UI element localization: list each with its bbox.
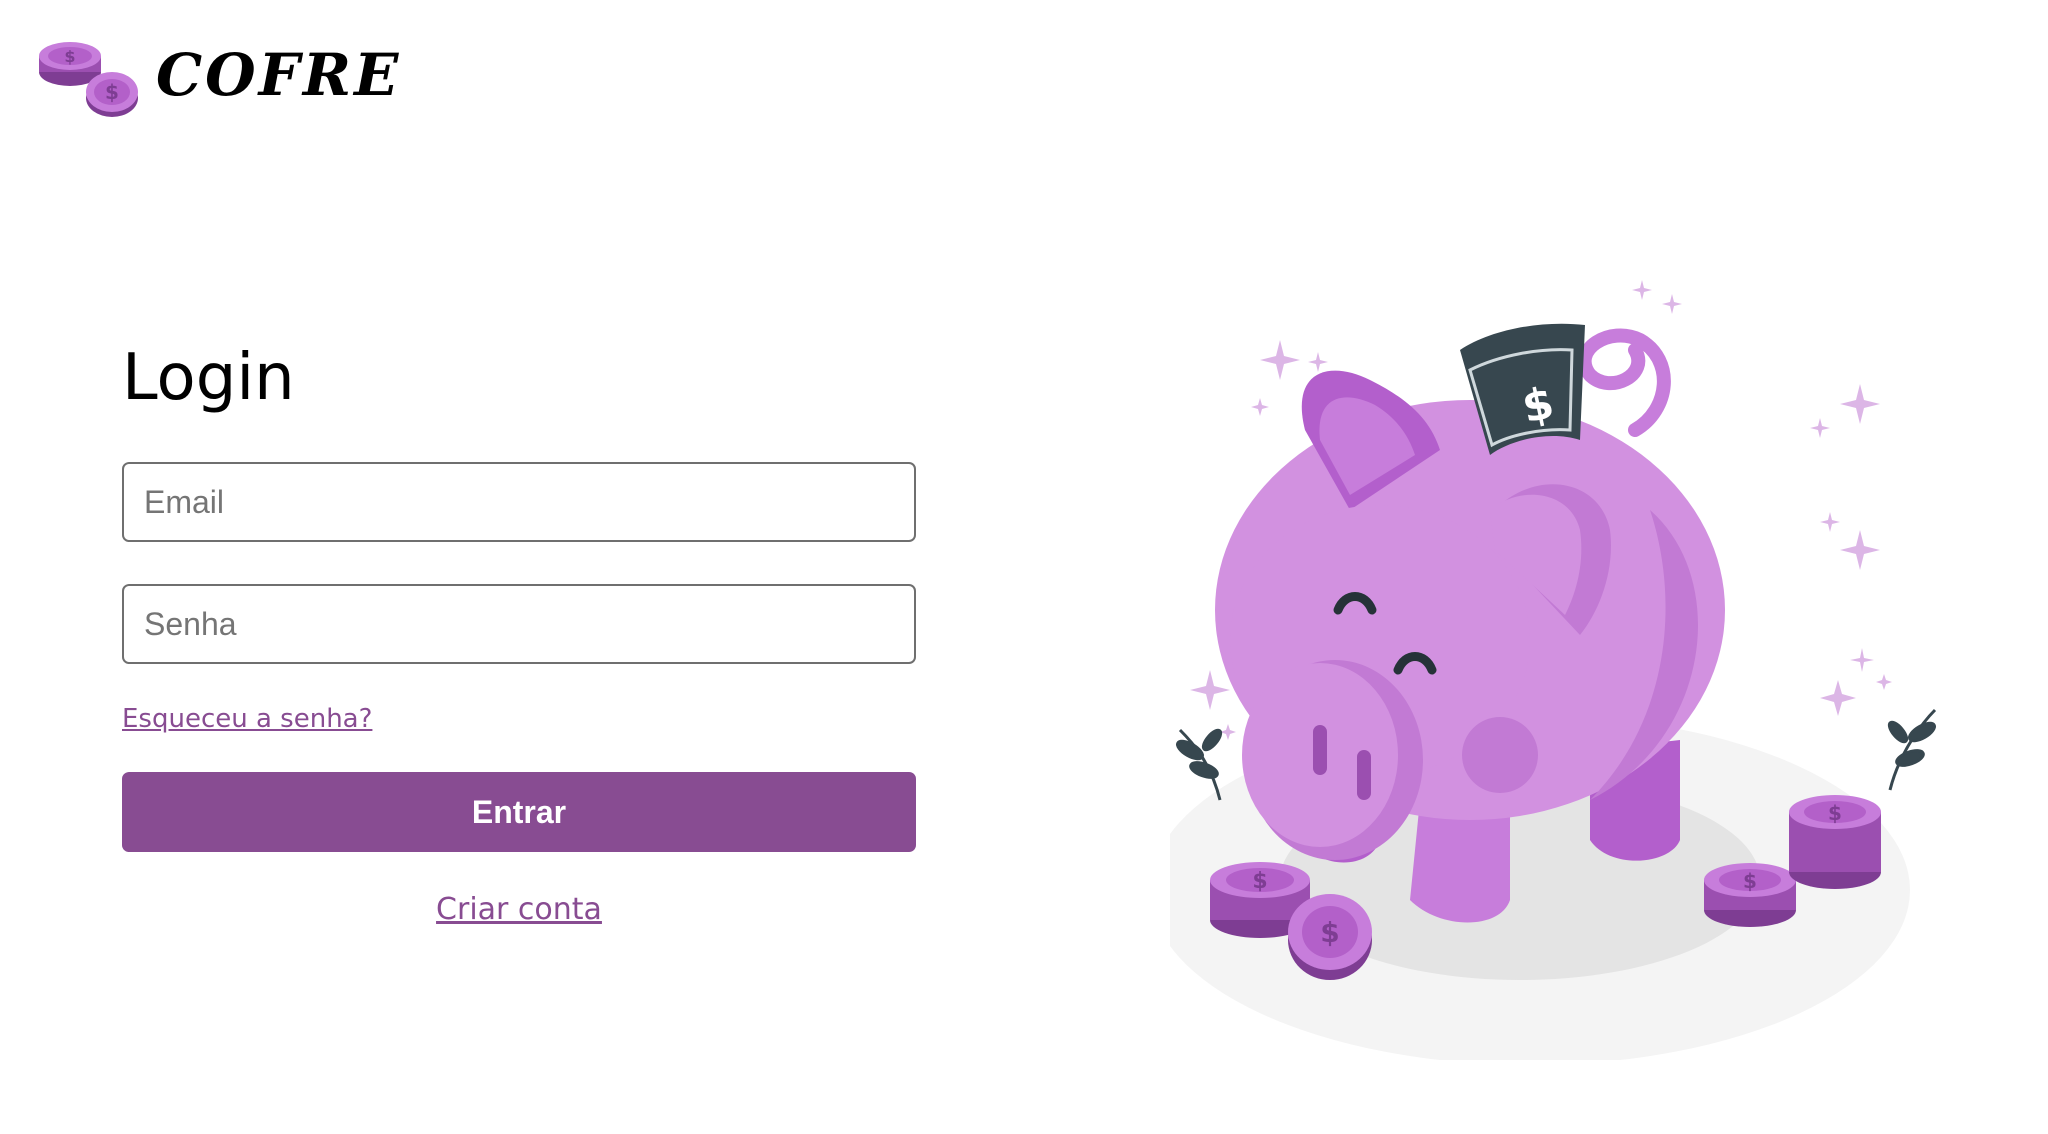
email-input[interactable] xyxy=(122,462,916,542)
password-input[interactable] xyxy=(122,584,916,664)
plant-icon xyxy=(1176,728,1223,801)
svg-text:$: $ xyxy=(1828,801,1842,825)
signup-container: Criar conta xyxy=(122,892,916,927)
svg-text:$: $ xyxy=(105,80,119,104)
svg-text:$: $ xyxy=(1320,916,1339,949)
plant-icon xyxy=(1887,708,1937,791)
svg-text:$: $ xyxy=(1252,869,1267,894)
coin-icon: $ xyxy=(1288,894,1372,980)
coin-stack-icon: $ xyxy=(1789,795,1881,889)
brand-name: COFRE xyxy=(156,41,402,109)
page-title: Login xyxy=(122,341,295,415)
svg-text:$: $ xyxy=(64,47,75,66)
svg-text:$: $ xyxy=(1743,869,1757,893)
forgot-password-link[interactable]: Esqueceu a senha? xyxy=(122,704,372,734)
coin-stack-icon: $ xyxy=(1704,863,1796,927)
coin-stack-icon: $ $ xyxy=(39,42,138,117)
brand-logo[interactable]: $ $ COFRE xyxy=(36,30,401,120)
create-account-link[interactable]: Criar conta xyxy=(436,892,602,927)
piggy-bank-illustration: $ $ $ $ $ xyxy=(1170,280,1937,1060)
login-button[interactable]: Entrar xyxy=(122,772,916,852)
login-form: Login Esqueceu a senha? Entrar Criar con… xyxy=(122,346,916,927)
login-page: $ $ COFRE Login Esqueceu a senha? Entrar… xyxy=(0,0,2048,1134)
